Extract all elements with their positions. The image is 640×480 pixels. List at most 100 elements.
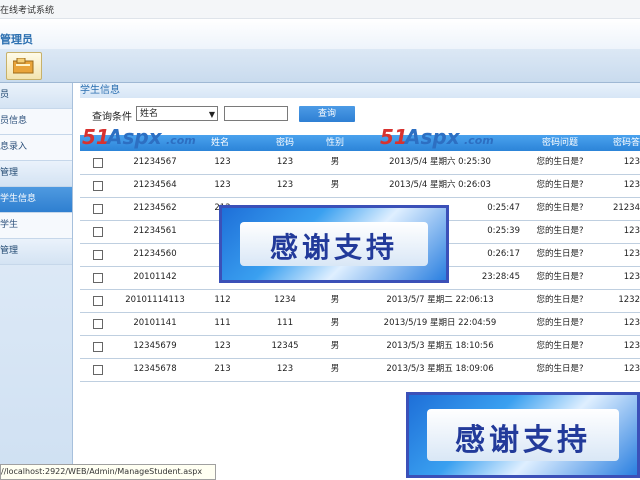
status-bar: //localhost:2922/WEB/Admin/ManageStudent… [0, 464, 216, 480]
sidebar-item-label: 员信息 [0, 116, 28, 126]
cell-question: 您的生日是? [536, 272, 584, 282]
cell-password: 12345 [271, 341, 299, 351]
status-url: //localhost:2922/WEB/Admin/ManageStudent… [1, 467, 203, 476]
watermark-51: 51 [380, 125, 408, 149]
home-button[interactable] [6, 52, 42, 80]
cell-password: 123 [276, 157, 294, 167]
cell-id: 20101142 [133, 272, 177, 282]
thanks-banner-center: 感谢支持 [219, 205, 449, 283]
watermark-com: .com [166, 134, 196, 147]
sidebar-item-student[interactable]: 学生 [0, 213, 72, 239]
cell-time: 2013/5/7 星期二 22:06:13 [386, 295, 494, 305]
cell-question: 您的生日是? [536, 226, 584, 236]
cell-time: 2013/5/3 星期五 18:09:06 [386, 364, 494, 374]
cell-answer: 123 [623, 318, 640, 328]
cell-answer: 123 [623, 157, 640, 167]
cell-name: 123 [214, 341, 231, 351]
row-checkbox[interactable] [93, 158, 103, 168]
watermark-aspx: Aspx [107, 125, 162, 149]
table-row[interactable]: 12345679 123 12345 男 2013/5/3 星期五 18:10:… [80, 335, 640, 359]
table-row[interactable]: 20101141 111 111 男 2013/5/19 星期日 22:04:5… [80, 312, 640, 336]
row-checkbox[interactable] [93, 181, 103, 191]
cell-answer: 123 [623, 249, 640, 259]
row-checkbox[interactable] [93, 250, 103, 260]
header-band: 管理员 [0, 19, 640, 49]
sidebar-item-info-entry[interactable]: 息录入 [0, 135, 72, 161]
cell-question: 您的生日是? [536, 249, 584, 259]
query-button[interactable]: 查询 [299, 106, 355, 122]
cell-name: 123 [214, 157, 231, 167]
table-row[interactable]: 12345678 213 123 男 2013/5/3 星期五 18:09:06… [80, 358, 640, 382]
cell-name: 112 [214, 295, 231, 305]
cell-time: 2013/5/19 星期日 22:04:59 [383, 318, 497, 328]
cell-name: 123 [214, 180, 231, 190]
sidebar: 员 员信息 息录入 管理 学生信息 学生 管理 [0, 83, 73, 480]
sidebar-item-admin-info[interactable]: 员信息 [0, 109, 72, 135]
cell-question: 您的生日是? [536, 203, 584, 213]
cell-question: 您的生日是? [536, 180, 584, 190]
cell-answer: 123 [623, 341, 640, 351]
cell-gender: 男 [330, 157, 340, 167]
role-label: 管理员 [0, 33, 33, 46]
column-header-gender: 性别 [325, 138, 344, 148]
table-row[interactable]: 20101114113 112 1234 男 2013/5/7 星期二 22:0… [80, 289, 640, 313]
table-row[interactable]: 21234567 123 123 男 2013/5/4 星期六 0:25:30 … [80, 151, 640, 175]
table-header: 姓名 密码 性别 密码问题 密码答 [80, 135, 640, 151]
cell-gender: 男 [330, 341, 340, 351]
sidebar-item-label: 管理 [0, 168, 19, 178]
cell-answer: 21234 [612, 203, 640, 213]
cell-id: 20101114113 [125, 295, 185, 305]
column-header-question: 密码问题 [541, 138, 578, 148]
cell-id: 21234564 [133, 180, 177, 190]
sidebar-group-manage[interactable]: 管理 [0, 161, 72, 187]
cell-id: 12345678 [133, 364, 177, 374]
cell-question: 您的生日是? [536, 364, 584, 374]
cell-password: 111 [276, 318, 294, 328]
row-checkbox[interactable] [93, 342, 103, 352]
cell-id: 12345679 [133, 341, 177, 351]
watermark-51: 51 [82, 125, 110, 149]
cell-answer: 123 [623, 272, 640, 282]
cell-gender: 男 [330, 295, 340, 305]
row-checkbox[interactable] [93, 296, 103, 306]
cell-id: 21234562 [133, 203, 177, 213]
row-checkbox[interactable] [93, 204, 103, 214]
chevron-down-icon: ▼ [208, 110, 215, 119]
cell-name: 111 [214, 318, 231, 328]
cell-question: 您的生日是? [536, 341, 584, 351]
row-checkbox[interactable] [93, 273, 103, 283]
toolbar [0, 49, 640, 83]
cell-answer: 123 [623, 180, 640, 190]
sidebar-group-admin[interactable]: 员 [0, 83, 72, 109]
cell-password: 123 [276, 180, 294, 190]
banner-text: 感谢支持 [269, 231, 398, 264]
table-row[interactable]: 21234564 123 123 男 2013/5/4 星期六 0:26:03 … [80, 174, 640, 198]
window-title: 在线考试系统 [0, 6, 55, 16]
cell-time: 2013/5/4 星期六 0:26:03 [389, 180, 491, 190]
query-input[interactable] [224, 106, 288, 121]
column-header-name: 姓名 [210, 138, 229, 148]
query-field-select[interactable]: 姓名 ▼ [136, 106, 218, 121]
cell-time: 2013/5/3 星期五 18:10:56 [386, 341, 494, 351]
sidebar-item-label: 管理 [0, 246, 19, 256]
cell-gender: 男 [330, 180, 340, 190]
sidebar-item-label: 学生 [0, 220, 19, 230]
sidebar-group-manage-2[interactable]: 管理 [0, 239, 72, 265]
cell-question: 您的生日是? [536, 295, 584, 305]
cell-id: 21234561 [133, 226, 177, 236]
column-header-answer: 密码答 [612, 138, 640, 148]
cell-answer: 1232 [618, 295, 640, 305]
row-checkbox[interactable] [93, 365, 103, 375]
cell-id: 20101141 [133, 318, 177, 328]
sidebar-item-student-info[interactable]: 学生信息 [0, 187, 72, 213]
row-checkbox[interactable] [93, 319, 103, 329]
cell-time: 2013/5/4 星期六 0:25:30 [389, 157, 491, 167]
cell-password: 123 [276, 364, 294, 374]
cell-id: 21234560 [133, 249, 177, 259]
thanks-banner-bottom: 感谢支持 [406, 392, 640, 478]
cell-question: 您的生日是? [536, 157, 584, 167]
query-label: 查询条件 [92, 112, 132, 123]
sidebar-item-label: 息录入 [0, 142, 28, 152]
sidebar-item-label: 员 [0, 90, 10, 100]
row-checkbox[interactable] [93, 227, 103, 237]
